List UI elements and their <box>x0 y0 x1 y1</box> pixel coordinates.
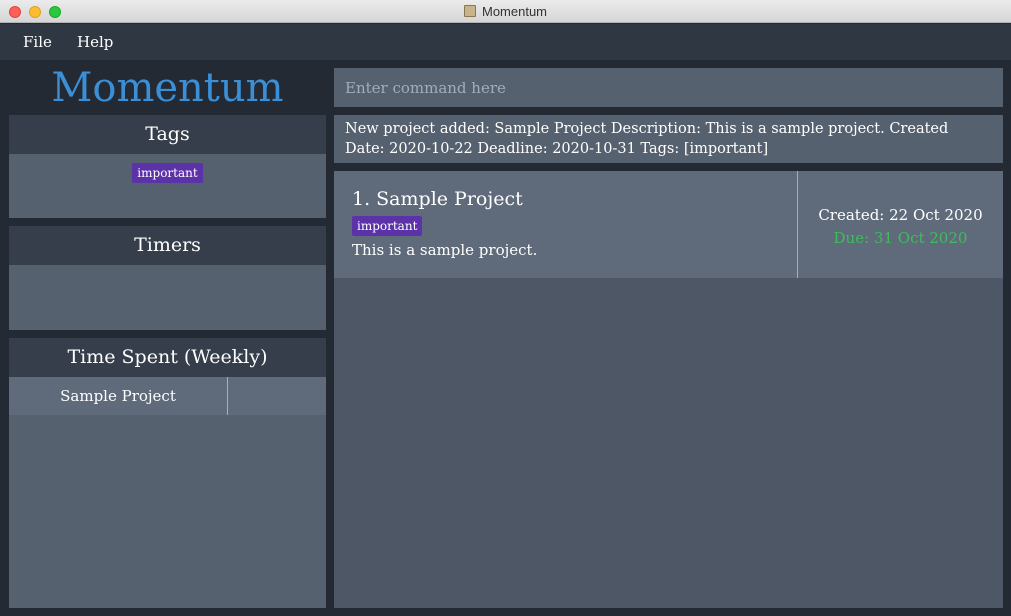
tag-important[interactable]: important <box>132 163 203 183</box>
app-icon <box>463 5 476 17</box>
tags-panel-header: Tags <box>9 115 326 154</box>
menu-help[interactable]: Help <box>77 33 113 51</box>
tags-list: important <box>9 154 326 183</box>
app-window: Momentum File Help Momentum Tags importa… <box>0 0 1011 616</box>
project-card[interactable]: 1. Sample Project important This is a sa… <box>334 171 1003 278</box>
time-spent-panel: Time Spent (Weekly) Sample Project <box>9 338 326 608</box>
command-box <box>334 68 1003 107</box>
menu-file[interactable]: File <box>23 33 52 51</box>
title-bar: Momentum <box>0 0 1011 23</box>
project-title: 1. Sample Project <box>352 188 523 210</box>
time-spent-panel-header: Time Spent (Weekly) <box>9 338 326 377</box>
time-spent-project: Sample Project <box>9 377 228 415</box>
menu-bar: File Help <box>0 24 1011 60</box>
result-display: New project added: Sample Project Descri… <box>334 115 1003 163</box>
timers-panel-header: Timers <box>9 226 326 265</box>
window-title-container: Momentum <box>0 4 1011 19</box>
timers-panel: Timers <box>9 226 326 330</box>
time-spent-row: Sample Project <box>9 377 326 415</box>
project-description: This is a sample project. <box>352 241 538 259</box>
project-list: 1. Sample Project important This is a sa… <box>334 171 1003 608</box>
brand-title: Momentum <box>51 65 284 111</box>
project-tag-important: important <box>352 216 423 236</box>
project-due-date: Due: 31 Oct 2020 <box>833 229 968 247</box>
tags-panel: Tags important <box>9 115 326 218</box>
project-card-main: 1. Sample Project important This is a sa… <box>334 171 798 278</box>
project-created-date: Created: 22 Oct 2020 <box>818 206 983 224</box>
window-title: Momentum <box>481 4 548 19</box>
project-dates: Created: 22 Oct 2020 Due: 31 Oct 2020 <box>798 171 1003 278</box>
command-input[interactable] <box>345 68 1003 107</box>
project-tags: important <box>352 215 797 236</box>
